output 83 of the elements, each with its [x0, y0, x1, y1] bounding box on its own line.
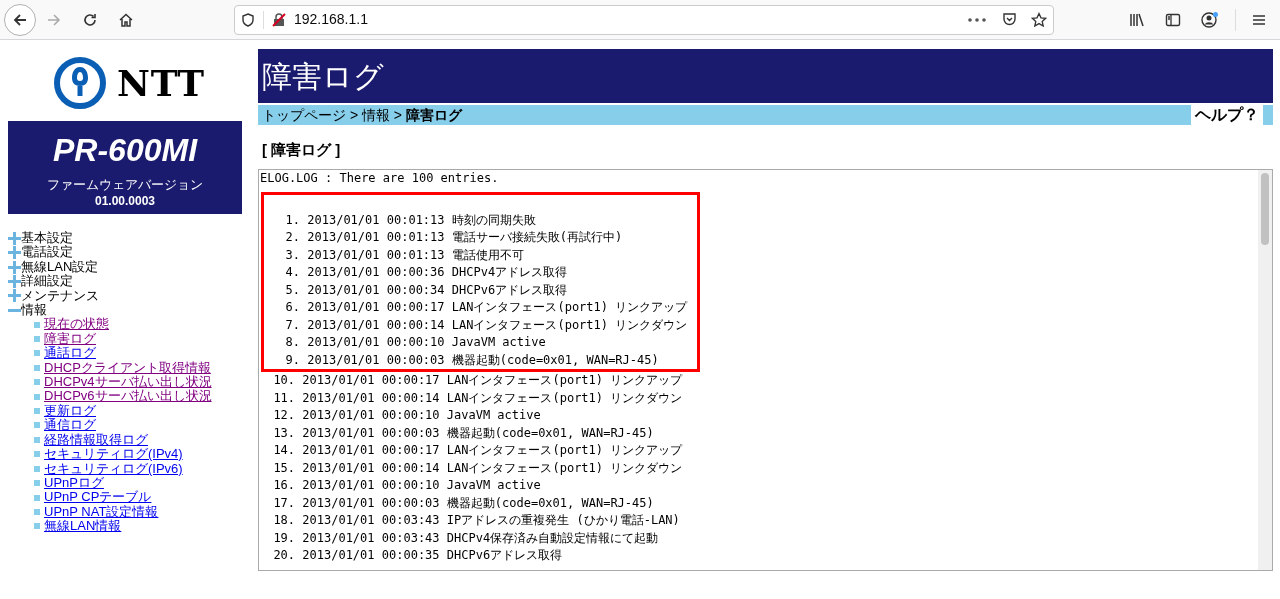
log-entry: 12. 2013/01/01 00:00:10 JavaVM active: [273, 407, 541, 424]
reload-icon[interactable]: [82, 11, 98, 28]
log-entry: 4. 2013/01/01 00:00:36 DHCPv4アドレス取得: [285, 264, 568, 281]
model-name: PR-600MI: [52, 131, 197, 169]
bullet-icon: [34, 480, 40, 487]
url-text: 192.168.1.1: [294, 10, 368, 29]
insecure-lock-icon[interactable]: [272, 12, 286, 27]
log-entry: 14. 2013/01/01 00:00:17 LANインタフェース(port1) リンクアップ: [273, 442, 683, 459]
menu-item[interactable]: 情報: [21, 303, 47, 318]
log-entry: 3. 2013/01/01 00:01:13 電話使用不可: [285, 246, 524, 264]
firmware-version: 01.00.0003: [94, 193, 156, 209]
bullet-icon: [34, 408, 40, 415]
submenu-link[interactable]: 無線LAN情報: [44, 519, 122, 534]
submenu-link[interactable]: 現在の状態: [44, 317, 109, 332]
back-button[interactable]: [4, 3, 36, 36]
page-title: 障害ログ: [262, 58, 384, 95]
submenu-link[interactable]: DHCPv6サーバ払い出し状況: [44, 389, 212, 404]
menu-item[interactable]: 詳細設定: [21, 274, 73, 289]
library-icon[interactable]: [1129, 11, 1145, 28]
shield-icon[interactable]: [241, 12, 255, 27]
log-entry: 17. 2013/01/01 00:00:03 機器起動(code=0x01, WAN=RJ-45): [273, 494, 654, 512]
log-header: ELOG.LOG : There are 100 entries.: [259, 170, 499, 187]
log-entry: 6. 2013/01/01 00:00:17 LANインタフェース(port1) リンクアップ: [285, 299, 688, 316]
log-entry: 11. 2013/01/01 00:00:14 LANインタフェース(port1) リンクダウン: [273, 389, 683, 407]
logo-text: NTT: [116, 60, 206, 106]
bullet-icon: [34, 451, 40, 458]
bullet-icon: [34, 379, 40, 386]
bullet-icon: [34, 321, 40, 328]
bullet-icon: [34, 350, 40, 357]
log-entry: 19. 2013/01/01 00:03:43 DHCPv4保存済み自動設定情報にて起動: [273, 529, 659, 547]
bullet-icon: [34, 436, 40, 443]
submenu-link[interactable]: UPnP NAT設定情報: [44, 504, 159, 520]
bullet-icon: [34, 508, 40, 515]
submenu-link[interactable]: 通話ログ: [44, 346, 96, 361]
bullet-icon: [34, 364, 40, 371]
log-entry: 15. 2013/01/01 00:00:14 LANインタフェース(port1) リンクダウン: [273, 459, 683, 477]
pocket-icon[interactable]: [1002, 12, 1017, 27]
menu-item[interactable]: 基本設定: [21, 231, 73, 246]
menu-item[interactable]: 電話設定: [21, 245, 73, 260]
submenu-link[interactable]: 経路情報取得ログ: [44, 432, 148, 448]
log-entry: 13. 2013/01/01 00:00:03 機器起動(code=0x01, WAN=RJ-45): [273, 424, 654, 442]
log-entry: 18. 2013/01/01 00:03:43 IPアドレスの重複発生 (ひかり電話-LAN): [273, 512, 680, 529]
log-entry: 2. 2013/01/01 00:01:13 電話サーバ接続失敗(再試行中): [285, 229, 623, 246]
log-entry: 7. 2013/01/01 00:00:14 LANインタフェース(port1) リンクダウン: [285, 316, 688, 334]
more-icon[interactable]: [968, 17, 986, 22]
home-icon[interactable]: [118, 11, 134, 28]
sidebar-icon[interactable]: [1165, 11, 1181, 28]
section-heading: [ 障害ログ ]: [262, 141, 342, 159]
submenu-link[interactable]: セキュリティログ(IPv6): [44, 461, 183, 476]
submenu-link[interactable]: セキュリティログ(IPv4): [44, 447, 183, 462]
submenu-link[interactable]: 通信ログ: [44, 418, 96, 433]
log-entry: 9. 2013/01/01 00:00:03 機器起動(code=0x01, WAN=RJ-45): [285, 351, 659, 369]
log-entry: 5. 2013/01/01 00:00:34 DHCPv6アドレス取得: [285, 281, 568, 299]
back-icon: [12, 11, 28, 28]
account-icon[interactable]: [1201, 10, 1219, 29]
menu-item[interactable]: メンテナンス: [21, 288, 99, 304]
scrollbar[interactable]: [1258, 170, 1272, 570]
firmware-label: ファームウェアバージョン: [47, 177, 203, 193]
log-entry: 20. 2013/01/01 00:00:35 DHCPv6アドレス取得: [273, 547, 563, 564]
bullet-icon: [34, 422, 40, 429]
log-entry: 8. 2013/01/01 00:00:10 JavaVM active: [285, 334, 546, 351]
submenu-link[interactable]: UPnP CPテーブル: [44, 490, 152, 505]
submenu-link[interactable]: DHCPクライアント取得情報: [44, 360, 211, 376]
submenu-link[interactable]: UPnPログ: [44, 475, 104, 491]
bullet-icon: [34, 393, 40, 400]
submenu-link[interactable]: 障害ログ: [44, 331, 96, 347]
scrollbar-thumb[interactable]: [1261, 173, 1269, 245]
submenu-link[interactable]: DHCPv4サーバ払い出し状況: [44, 375, 212, 390]
bullet-icon: [34, 523, 40, 530]
log-entry: 1. 2013/01/01 00:01:13 時刻の同期失敗: [285, 211, 536, 229]
log-entry: 10. 2013/01/01 00:00:17 LANインタフェース(port1) リンクアップ: [273, 372, 683, 389]
menu-icon[interactable]: [1252, 12, 1266, 27]
help-link[interactable]: ヘルプ？: [1191, 105, 1263, 125]
star-icon[interactable]: [1031, 11, 1047, 28]
submenu-link[interactable]: 更新ログ: [44, 403, 96, 419]
log-entry: 16. 2013/01/01 00:00:10 JavaVM active: [273, 477, 541, 494]
menu-item[interactable]: 無線LAN設定: [21, 259, 99, 275]
breadcrumb: トップページ > 情報 > 障害ログ: [261, 106, 464, 125]
bullet-icon: [34, 336, 40, 343]
bullet-icon: [34, 465, 40, 472]
address-bar[interactable]: 192.168.1.1: [234, 4, 1054, 35]
logo-icon: [52, 55, 107, 110]
bullet-icon: [34, 494, 40, 501]
